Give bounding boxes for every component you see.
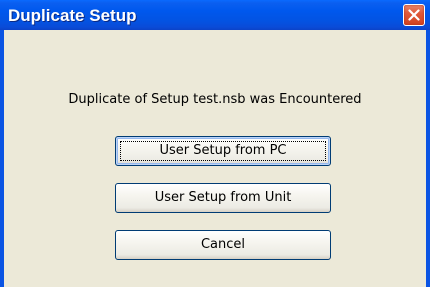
dialog-title: Duplicate Setup: [8, 6, 137, 25]
close-button[interactable]: [403, 4, 425, 26]
user-setup-from-pc-button[interactable]: User Setup from PC: [115, 136, 331, 166]
user-setup-from-pc-label: User Setup from PC: [159, 143, 287, 158]
title-bar[interactable]: Duplicate Setup: [0, 0, 430, 30]
cancel-button[interactable]: Cancel: [115, 230, 331, 260]
dialog-body: Duplicate of Setup test.nsb was Encounte…: [4, 30, 426, 287]
close-icon: [408, 9, 420, 21]
dialog-message: Duplicate of Setup test.nsb was Encounte…: [68, 92, 362, 107]
user-setup-from-unit-button[interactable]: User Setup from Unit: [115, 183, 331, 213]
cancel-label: Cancel: [200, 237, 246, 252]
dialog-window: Duplicate Setup Duplicate of Setup test.…: [0, 0, 430, 287]
user-setup-from-unit-label: User Setup from Unit: [154, 190, 292, 205]
